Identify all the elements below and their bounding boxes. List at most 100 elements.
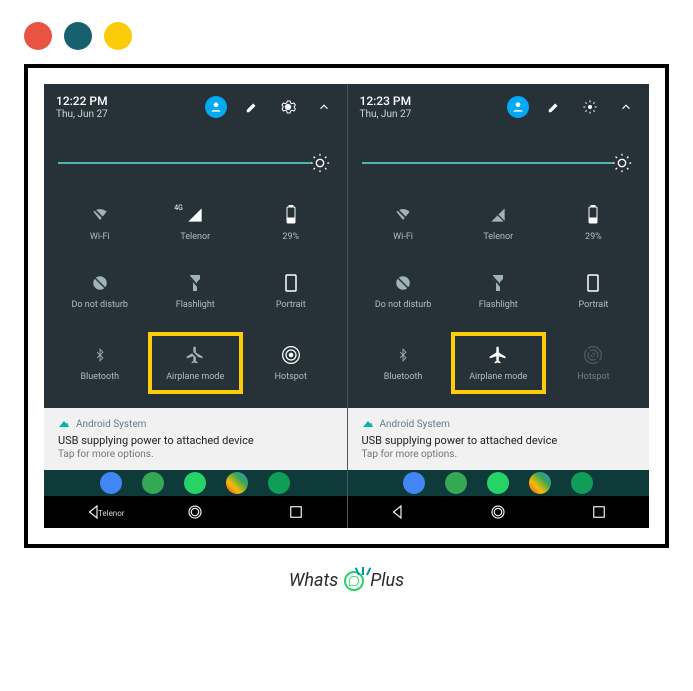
app-icon[interactable] [142,472,164,494]
tile-cellular[interactable]: 4G Telenor [148,196,244,250]
tile-wifi[interactable]: Wi-Fi [52,196,148,250]
edit-icon[interactable] [241,96,263,118]
slider-track [58,162,311,164]
nav-bar [348,496,650,528]
qs-header: 12:22 PM Thu, Jun 27 [44,84,347,128]
tile-rotation[interactable]: Portrait [243,264,339,318]
tile-airplane-highlighted[interactable]: Airplane mode [451,332,546,394]
footer-plus: Plus [370,570,404,591]
time-block: 12:22 PM Thu, Jun 27 [56,94,191,120]
tile-dnd[interactable]: Do not disturb [356,264,451,318]
notif-app: Android System [380,419,450,430]
home-button[interactable] [489,503,507,521]
tile-label: 29% [585,232,602,242]
tile-battery[interactable]: 29% [546,196,641,250]
chevron-up-icon[interactable] [615,96,637,118]
notif-header: Android System [58,418,333,430]
gear-icon[interactable] [579,96,601,118]
chevron-up-icon[interactable] [313,96,335,118]
notif-subtitle: Tap for more options. [362,449,636,460]
tile-label: Telenor [180,232,210,242]
recents-button[interactable] [287,503,305,521]
brightness-slider[interactable] [348,128,650,188]
folder-label: Telenor [98,509,125,518]
android-icon [362,418,374,430]
gear-icon[interactable] [277,96,299,118]
tile-rotation[interactable]: Portrait [546,264,641,318]
notification-card[interactable]: Android System USB supplying power to at… [44,408,347,470]
date: Thu, Jun 27 [56,109,191,120]
hotspot-icon [280,344,302,366]
notif-title: USB supplying power to attached device [362,434,636,447]
dot-blue [64,22,92,50]
app-icon[interactable] [445,472,467,494]
tile-battery[interactable]: 29% [243,196,339,250]
back-button[interactable] [389,503,407,521]
tile-label: Do not disturb [375,300,431,310]
home-dock [348,470,650,496]
time-block: 12:23 PM Thu, Jun 27 [360,94,494,120]
tile-label: Telenor [483,232,513,242]
airplane-on-icon [487,344,509,366]
whatsapp-icon [344,571,364,591]
tile-label: Portrait [578,300,608,310]
home-button[interactable] [186,503,204,521]
tile-hotspot[interactable]: Hotspot [546,332,641,394]
qs-grid: Wi-Fi Telenor 29% Do not disturb Flashli… [348,188,650,408]
battery-icon [280,204,302,226]
dnd-off-icon [392,272,414,294]
app-icon[interactable] [184,472,206,494]
app-icon[interactable] [571,472,593,494]
tile-bluetooth[interactable]: Bluetooth [52,332,148,394]
app-icon[interactable] [226,472,248,494]
android-icon [58,418,70,430]
tile-flashlight[interactable]: Flashlight [451,264,546,318]
tile-bluetooth[interactable]: Bluetooth [356,332,451,394]
tile-wifi[interactable]: Wi-Fi [356,196,451,250]
flashlight-icon [184,272,206,294]
tile-label: Airplane mode [469,372,527,382]
signal-icon: 4G [184,204,206,226]
dot-red [24,22,52,50]
notif-app: Android System [76,419,146,430]
tile-label: Portrait [276,300,306,310]
app-icon[interactable]: Telenor [100,472,122,494]
tile-label: Wi-Fi [393,232,413,242]
app-icon[interactable] [403,472,425,494]
user-avatar[interactable] [205,96,227,118]
brightness-slider[interactable] [44,128,347,188]
clock: 12:22 PM [56,94,191,108]
nav-bar [44,496,347,528]
bluetooth-icon [89,344,111,366]
tile-airplane-highlighted[interactable]: Airplane mode [148,332,244,394]
date: Thu, Jun 27 [360,109,494,120]
network-badge: 4G [174,204,183,212]
tile-hotspot[interactable]: Hotspot [243,332,339,394]
screenshot-frame: 12:22 PM Thu, Jun 27 [24,64,669,548]
tile-label: 29% [282,232,299,242]
tile-dnd[interactable]: Do not disturb [52,264,148,318]
app-icon[interactable] [529,472,551,494]
portrait-icon [280,272,302,294]
notif-header: Android System [362,418,636,430]
hotspot-off-icon [582,344,604,366]
edit-icon[interactable] [543,96,565,118]
app-icon[interactable] [268,472,290,494]
tile-label: Do not disturb [72,300,128,310]
notification-card[interactable]: Android System USB supplying power to at… [348,408,650,470]
recents-button[interactable] [590,503,608,521]
notif-subtitle: Tap for more options. [58,449,333,460]
tile-cellular[interactable]: Telenor [451,196,546,250]
tile-flashlight[interactable]: Flashlight [148,264,244,318]
tile-label: Hotspot [577,372,609,382]
tile-label: Flashlight [176,300,215,310]
app-icon[interactable] [487,472,509,494]
user-avatar[interactable] [507,96,529,118]
watermark: Whats Plus [0,570,693,591]
footer-whats: Whats [289,570,338,591]
tile-label: Flashlight [479,300,518,310]
notif-title: USB supplying power to attached device [58,434,333,447]
dnd-off-icon [89,272,111,294]
panel-left: 12:22 PM Thu, Jun 27 [44,84,347,528]
tile-label: Hotspot [275,372,307,382]
